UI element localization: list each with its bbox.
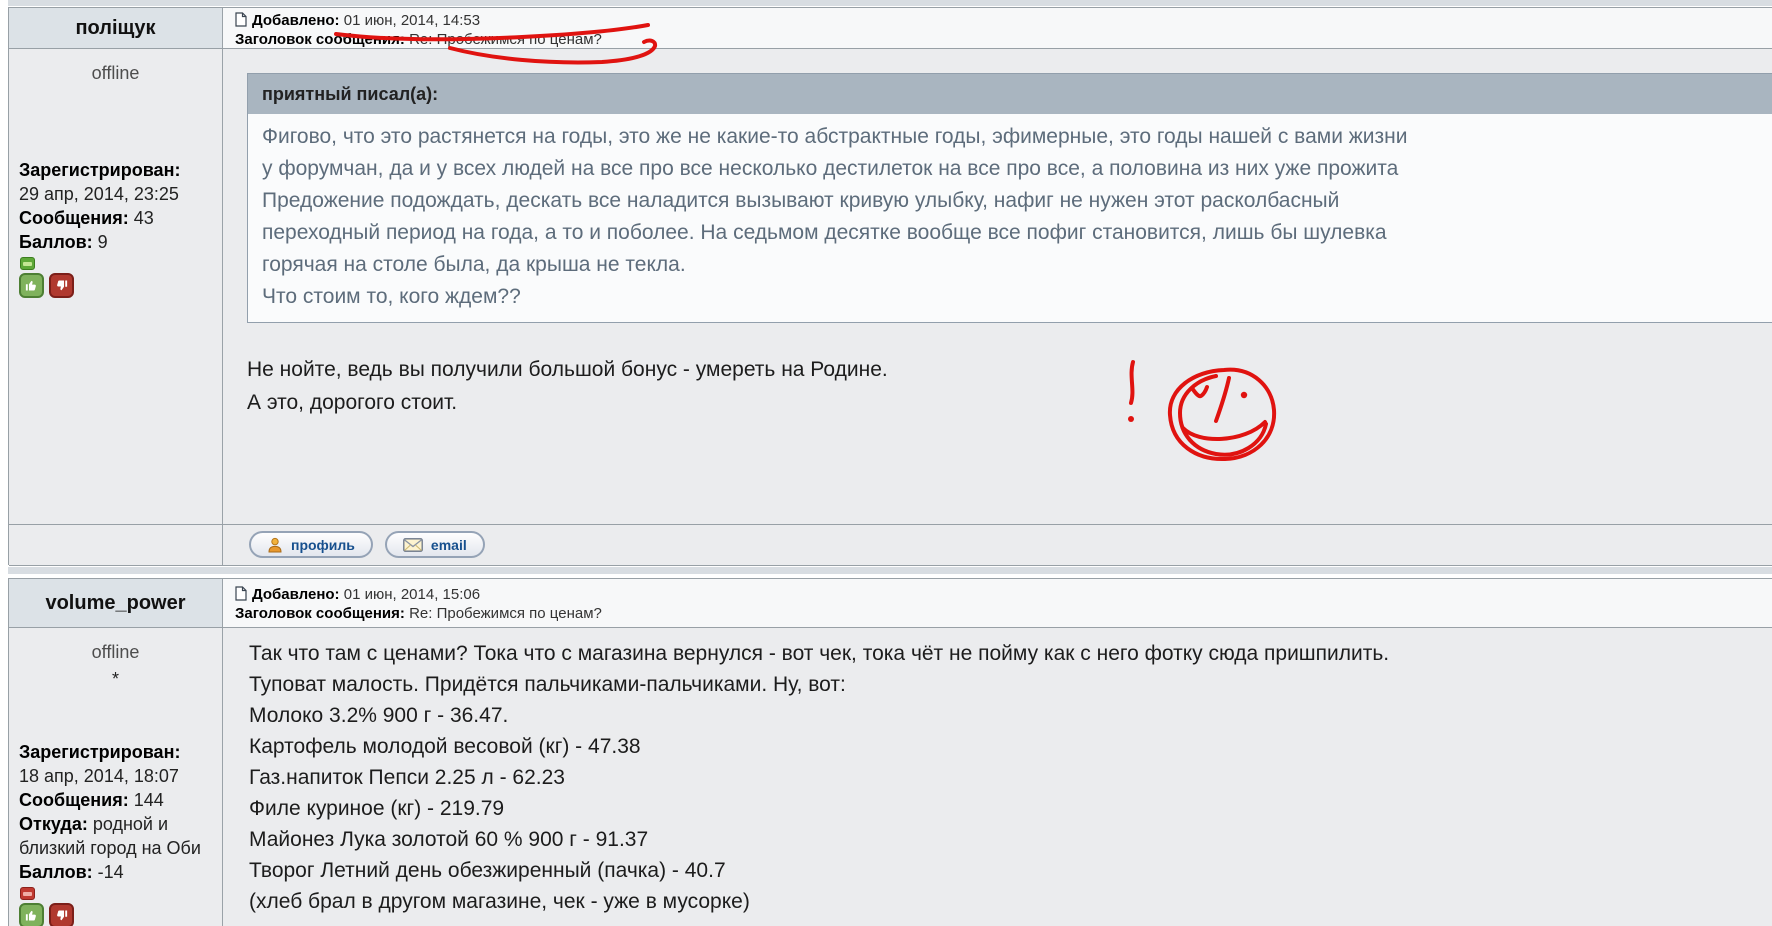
text-line: Творог Летний день обезжиренный (пачка) …	[249, 855, 1772, 886]
post-actions: профиль email	[223, 525, 1772, 565]
profile-info: Зарегистрирован: 18 апр, 2014, 18:07 Соо…	[9, 740, 222, 884]
table-gap-strip	[8, 0, 1772, 6]
email-button[interactable]: email	[385, 531, 485, 558]
post: volume_power Добавлено: 01 июн, 2014, 15…	[8, 578, 1772, 926]
thumbs-down-button[interactable]	[49, 273, 74, 298]
person-icon	[267, 537, 283, 553]
text-line: горячая на столе была, да крыша не текла…	[262, 249, 1772, 281]
post-meta: Добавлено: 01 июн, 2014, 14:53 Заголовок…	[223, 8, 1772, 48]
subject-value: Re: Пробежимся по ценам?	[409, 605, 602, 622]
from-label: Откуда:	[19, 814, 88, 834]
email-button-label: email	[431, 537, 467, 553]
text-line: Фигово, что это растянется на годы, это …	[262, 121, 1772, 153]
text-line: (хлеб брал в другом магазине, чек - уже …	[249, 886, 1772, 917]
reply-text: Не нойте, ведь вы получили большой бонус…	[247, 353, 1772, 419]
posted-line: Добавлено: 01 июн, 2014, 15:06	[235, 585, 1772, 604]
text-line: у форумчан, да и у всех людей на все про…	[262, 153, 1772, 185]
thumbs-down-button[interactable]	[49, 903, 74, 926]
subject-line: Заголовок сообщения: Re: Пробежимся по ц…	[235, 30, 1772, 49]
table-gap-strip	[8, 567, 1772, 574]
post-author: поліщук	[75, 17, 155, 40]
messages-label: Сообщения:	[19, 208, 129, 228]
messages-value: 144	[134, 790, 164, 810]
thumbs-up-button[interactable]	[19, 273, 44, 298]
thumbs-up-button[interactable]	[19, 903, 44, 926]
posted-line: Добавлено: 01 июн, 2014, 14:53	[235, 11, 1772, 30]
online-status: offline	[9, 49, 222, 84]
points-value: 9	[98, 232, 108, 252]
posted-label: Добавлено:	[252, 12, 340, 29]
subject-label: Заголовок сообщения:	[235, 605, 405, 622]
text-line: Предожение подождать, дескать все налади…	[262, 185, 1772, 217]
subject-value: Re: Пробежимся по ценам?	[409, 31, 602, 48]
rank-stars: *	[9, 669, 222, 690]
post-author: volume_power	[45, 592, 185, 615]
post-page-icon[interactable]	[235, 586, 247, 601]
posted-label: Добавлено:	[252, 586, 340, 603]
quote-body: Фигово, что это растянется на годы, это …	[248, 114, 1772, 322]
profile-info: Зарегистрирован: 29 апр, 2014, 23:25 Соо…	[9, 158, 222, 254]
points-label: Баллов:	[19, 232, 93, 252]
text-line: Картофель молодой весовой (кг) - 47.38	[249, 731, 1772, 762]
text-line: А это, дорогого стоит.	[247, 386, 1772, 419]
text-line: Майонез Лука золотой 60 % 900 г - 91.37	[249, 824, 1772, 855]
text-line: переходный период на года, а то и поболе…	[262, 217, 1772, 249]
subject-line: Заголовок сообщения: Re: Пробежимся по ц…	[235, 604, 1772, 623]
post-page-icon[interactable]	[235, 12, 247, 27]
text-line: Газ.напиток Пепси 2.25 л - 62.23	[249, 762, 1772, 793]
registered-value: 18 апр, 2014, 18:07	[19, 764, 218, 788]
text-line: Филе куриное (кг) - 219.79	[249, 793, 1772, 824]
online-status: offline	[9, 628, 222, 663]
posted-value: 01 июн, 2014, 15:06	[344, 586, 480, 603]
post: поліщук Добавлено: 01 июн, 2014, 14:53 З…	[8, 7, 1772, 565]
post-meta: Добавлено: 01 июн, 2014, 15:06 Заголовок…	[223, 579, 1772, 627]
messages-label: Сообщения:	[19, 790, 129, 810]
posted-value: 01 июн, 2014, 14:53	[344, 12, 480, 29]
forum-thread-page: поліщук Добавлено: 01 июн, 2014, 14:53 З…	[0, 0, 1772, 926]
quote-block: приятный писал(а): Фигово, что это растя…	[247, 73, 1772, 323]
karma-badge-icon	[20, 887, 35, 900]
text-line: Так что там с ценами? Тока что с магазин…	[249, 638, 1772, 669]
post-content: Так что там с ценами? Тока что с магазин…	[223, 628, 1772, 926]
author-cell: volume_power	[9, 579, 223, 627]
profile-button[interactable]: профиль	[249, 531, 373, 558]
author-cell: поліщук	[9, 8, 223, 48]
points-label: Баллов:	[19, 862, 93, 882]
post-content: приятный писал(а): Фигово, что это растя…	[223, 49, 1772, 524]
registered-label: Зарегистрирован:	[19, 742, 180, 762]
post-sidebar: offline Зарегистрирован: 29 апр, 2014, 2…	[9, 49, 223, 524]
messages-value: 43	[134, 208, 154, 228]
post-body-text: Так что там с ценами? Тока что с магазин…	[249, 638, 1772, 917]
quote-header: приятный писал(а):	[248, 74, 1772, 114]
points-value: -14	[98, 862, 124, 882]
text-line: Что стоим то, кого ждем??	[262, 281, 1772, 313]
subject-label: Заголовок сообщения:	[235, 31, 405, 48]
envelope-icon	[403, 538, 423, 552]
karma-badge-icon	[20, 257, 35, 270]
text-line: Туповат малость. Придётся пальчиками-пал…	[249, 669, 1772, 700]
text-line: Не нойте, ведь вы получили большой бонус…	[247, 353, 1772, 386]
post-sidebar: offline * Зарегистрирован: 18 апр, 2014,…	[9, 628, 223, 926]
profile-button-label: профиль	[291, 537, 355, 553]
registered-label: Зарегистрирован:	[19, 160, 180, 180]
post-sidebar-footer	[9, 525, 223, 565]
text-line: Молоко 3.2% 900 г - 36.47.	[249, 700, 1772, 731]
registered-value: 29 апр, 2014, 23:25	[19, 182, 218, 206]
